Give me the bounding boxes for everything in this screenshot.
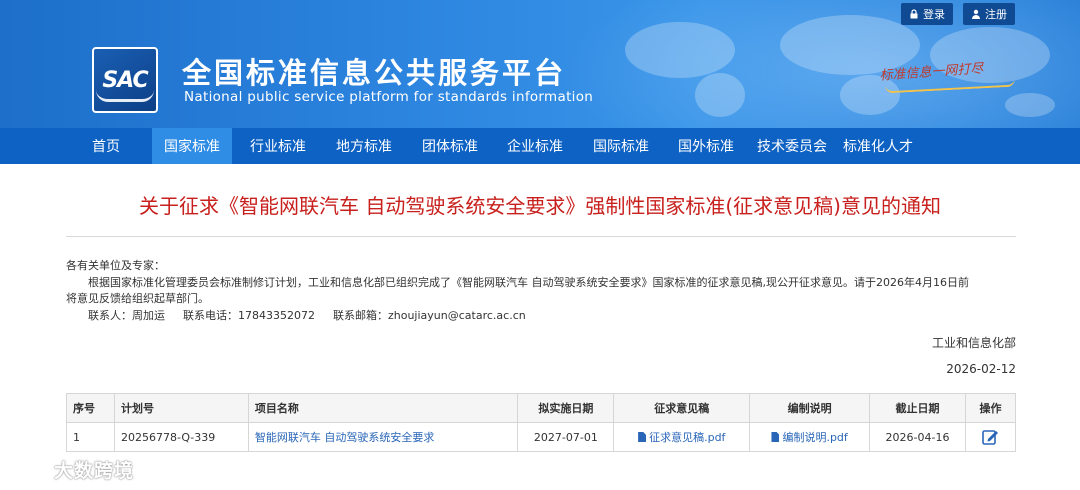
login-label: 登录	[923, 8, 945, 21]
project-name-link[interactable]: 智能网联汽车 自动驾驶系统安全要求	[255, 431, 435, 444]
nav-item-group-standards[interactable]: 团体标准	[412, 128, 488, 164]
cell-index: 1	[66, 422, 115, 452]
main-nav: 首页 国家标准 行业标准 地方标准 团体标准 企业标准 国际标准 国外标准 技术…	[0, 128, 1080, 164]
nav-label: 国外标准	[678, 139, 734, 155]
issuer-name: 工业和信息化部	[931, 336, 1016, 350]
col-header-index: 序号	[66, 393, 115, 423]
file-icon	[638, 432, 647, 442]
sac-logo-text: SAC	[102, 67, 148, 93]
nav-label: 首页	[92, 139, 120, 155]
cell-deadline: 2026-04-16	[869, 422, 966, 452]
contact-email: 联系邮箱：zhoujiayun@catarc.ac.cn	[332, 309, 526, 322]
nav-label: 地方标准	[336, 139, 392, 155]
standards-table: 序号 计划号 项目名称 拟实施日期 征求意见稿 编制说明 截止日期 操作 1 2…	[66, 393, 1017, 452]
contact-phone: 联系电话：17843352072	[183, 309, 315, 322]
cell-draft: 征求意见稿.pdf	[613, 422, 751, 452]
nav-item-international-standards[interactable]: 国际标准	[583, 128, 659, 164]
sac-logo[interactable]: SAC	[92, 47, 158, 113]
col-header-action: 操作	[964, 393, 1017, 423]
col-header-explanation: 编制说明	[749, 393, 871, 423]
cell-action	[964, 422, 1017, 452]
nav-label: 行业标准	[250, 139, 306, 155]
nav-label: 标准化人才	[843, 139, 913, 155]
lock-icon	[910, 9, 918, 19]
nav-item-local-standards[interactable]: 地方标准	[326, 128, 402, 164]
site-title-cn: 全国标准信息公共服务平台	[182, 56, 567, 90]
nav-item-standardization-talent[interactable]: 标准化人才	[836, 128, 920, 164]
explanation-file-link[interactable]: 编制说明.pdf	[782, 431, 847, 444]
col-header-deadline: 截止日期	[869, 393, 966, 423]
nav-label: 企业标准	[507, 139, 563, 155]
col-header-draft: 征求意见稿	[613, 393, 751, 423]
table-row: 1 20256778-Q-339 智能网联汽车 自动驾驶系统安全要求 2027-…	[66, 422, 1017, 452]
nav-item-industry-standards[interactable]: 行业标准	[240, 128, 316, 164]
notice-title: 关于征求《智能网联汽车 自动驾驶系统安全要求》强制性国家标准(征求意见稿)意见的…	[139, 194, 941, 218]
cell-implement-date: 2027-07-01	[517, 422, 615, 452]
watermark: 大数跨境	[10, 456, 134, 483]
edit-feedback-icon[interactable]	[981, 428, 999, 446]
nav-label: 技术委员会	[757, 139, 827, 155]
file-icon	[771, 432, 780, 442]
nav-item-foreign-standards[interactable]: 国外标准	[668, 128, 744, 164]
watermark-logo-icon	[11, 462, 47, 477]
nav-item-enterprise-standards[interactable]: 企业标准	[497, 128, 573, 164]
user-icon	[972, 9, 980, 19]
issue-date: 2026-02-12	[946, 362, 1016, 376]
table-header-row: 序号 计划号 项目名称 拟实施日期 征求意见稿 编制说明 截止日期 操作	[66, 393, 1017, 423]
contact-person: 联系人：周加运	[88, 309, 165, 322]
draft-file-link[interactable]: 征求意见稿.pdf	[649, 431, 725, 444]
nav-item-home[interactable]: 首页	[80, 128, 132, 164]
notice-paragraph: 根据国家标准化管理委员会标准制修订计划，工业和信息化部已组织完成了《智能网联汽车…	[66, 275, 1016, 307]
paragraph-line-2: 将意见反馈给组织起草部门。	[66, 292, 209, 305]
col-header-implement-date: 拟实施日期	[517, 393, 615, 423]
login-button[interactable]: 登录	[901, 3, 953, 25]
nav-label: 国际标准	[593, 139, 649, 155]
nav-item-national-standards[interactable]: 国家标准	[152, 128, 232, 164]
nav-label: 团体标准	[422, 139, 478, 155]
watermark-text: 大数跨境	[54, 460, 135, 482]
register-label: 注册	[985, 8, 1007, 21]
nav-label: 国家标准	[164, 139, 220, 155]
nav-item-technical-committees[interactable]: 技术委员会	[750, 128, 834, 164]
header-banner: SAC 全国标准信息公共服务平台 National public service…	[0, 0, 1080, 128]
logo-swoosh	[96, 90, 154, 102]
notice-salutation: 各有关单位及专家：	[66, 259, 165, 272]
title-divider	[66, 236, 1016, 237]
col-header-project-name: 项目名称	[247, 393, 519, 423]
cell-plan-no: 20256778-Q-339	[113, 422, 249, 452]
site-title-en: National public service platform for sta…	[184, 89, 594, 105]
cell-explanation: 编制说明.pdf	[749, 422, 871, 452]
col-header-plan-no: 计划号	[113, 393, 249, 423]
contact-info: 联系人：周加运 联系电话：17843352072 联系邮箱：zhoujiayun@c…	[66, 308, 1016, 324]
paragraph-line-1: 根据国家标准化管理委员会标准制修订计划，工业和信息化部已组织完成了《智能网联汽车…	[88, 276, 969, 289]
register-button[interactable]: 注册	[963, 3, 1015, 25]
